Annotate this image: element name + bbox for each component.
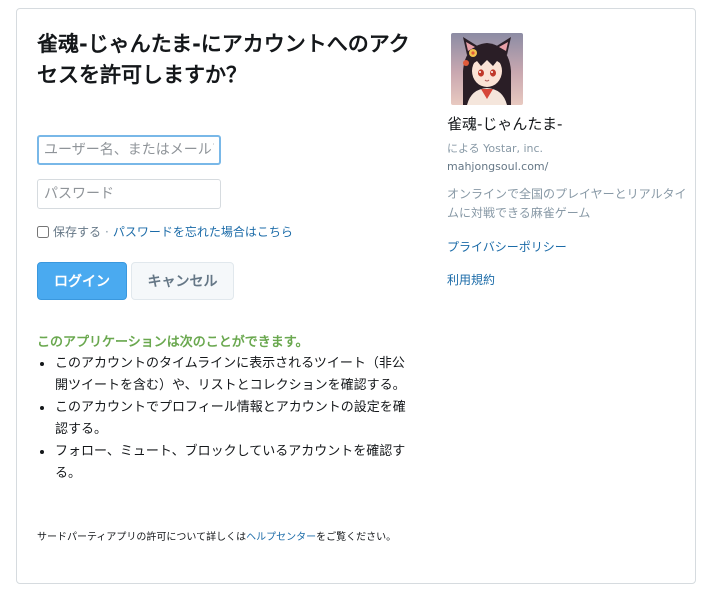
login-button[interactable]: ログイン [37, 262, 127, 300]
app-avatar [451, 33, 523, 105]
forgot-password-link[interactable]: パスワードを忘れた場合はこちら [113, 223, 293, 240]
username-input[interactable] [37, 135, 221, 165]
permissions-list: このアカウントのタイムラインに表示されるツイート（非公開ツイートを含む）や、リス… [37, 353, 409, 485]
oauth-card: 雀魂-じゃんたま-にアカウントへのアクセスを許可しますか？ 保存する · パスワ… [16, 8, 696, 584]
page-title: 雀魂-じゃんたま-にアカウントへのアクセスを許可しますか？ [37, 32, 410, 87]
remember-label[interactable]: 保存する [53, 223, 101, 240]
remember-checkbox[interactable] [37, 225, 49, 238]
privacy-policy-link[interactable]: プライバシーポリシー [447, 238, 567, 255]
app-developer: による Yostar, inc. [447, 142, 544, 155]
footer-note: サードパーティアプリの許可について詳しくはヘルプセンターをご覧ください。 [37, 529, 412, 547]
cancel-button[interactable]: キャンセル [131, 262, 234, 300]
app-url: mahjongsoul.com/ [447, 160, 549, 173]
app-description: オンラインで全国のプレイヤーとリアルタイムに対戦できる麻雀ゲーム [447, 187, 687, 220]
help-center-link[interactable]: ヘルプセンター [246, 532, 316, 543]
permission-item: このアカウントでプロフィール情報とアカウントの設定を確認する。 [37, 397, 409, 441]
permission-item: フォロー、ミュート、ブロックしているアカウントを確認する。 [37, 441, 409, 485]
footer-text-after: をご覧ください。 [316, 532, 397, 543]
remember-row: 保存する · パスワードを忘れた場合はこちら [37, 223, 293, 240]
terms-link[interactable]: 利用規約 [447, 271, 495, 288]
permissions-heading: このアプリケーションは次のことができます。 [37, 335, 309, 350]
footer-text-before: サードパーティアプリの許可について詳しくは [37, 532, 247, 543]
app-name: 雀魂-じゃんたま- [447, 115, 563, 133]
password-input[interactable] [37, 179, 221, 209]
permission-item: このアカウントのタイムラインに表示されるツイート（非公開ツイートを含む）や、リス… [37, 353, 409, 397]
separator: · [105, 224, 109, 239]
